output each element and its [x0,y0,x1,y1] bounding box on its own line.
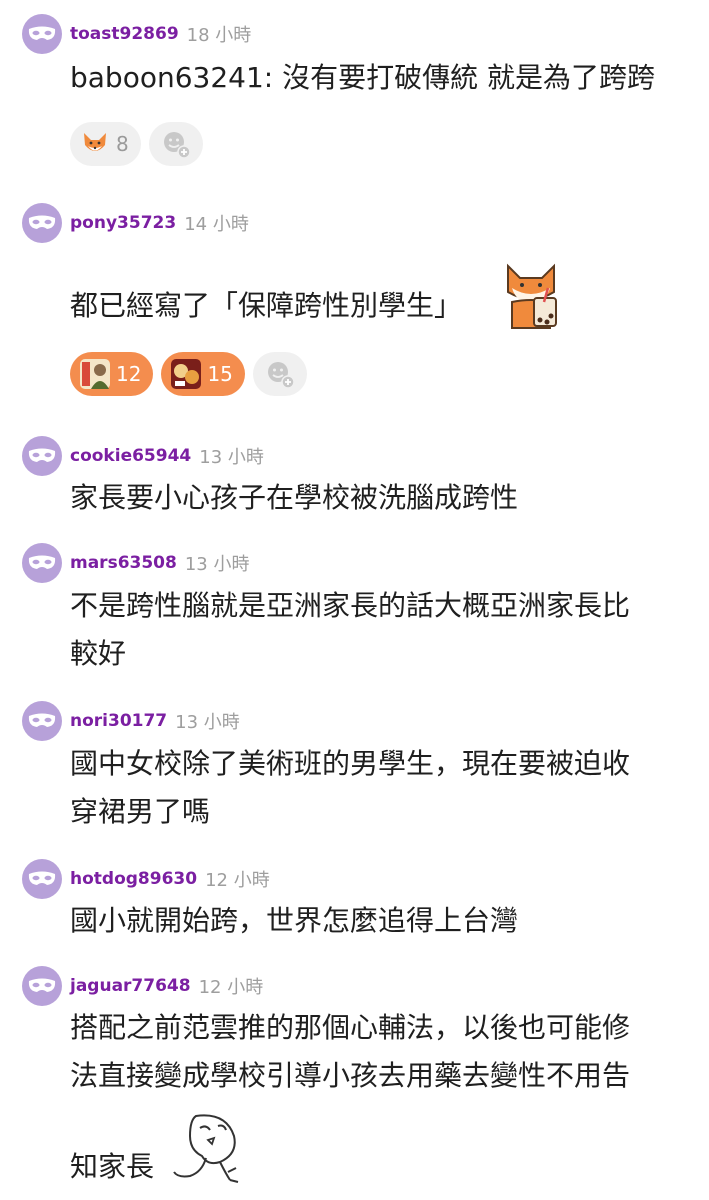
masked-avatar[interactable] [22,701,62,741]
masked-avatar[interactable] [22,436,62,476]
mask-icon [28,713,56,727]
username[interactable]: jaguar77648 [70,976,191,996]
masked-avatar[interactable] [22,203,62,243]
username[interactable]: nori30177 [70,711,167,731]
username[interactable]: hotdog89630 [70,869,197,889]
comment-text: 國小就開始跨，世界怎麼追得上台灣 [70,904,519,937]
reaction-bar: 12 15 [70,352,307,396]
food-sticker-icon [171,359,202,389]
masked-avatar[interactable] [22,859,62,899]
reaction-count: 15 [207,362,233,386]
add-reaction-button[interactable] [252,352,307,396]
comment-text: 家長要小心孩子在學校被洗腦成跨性 [70,481,519,514]
reaction-chip[interactable]: 15 [161,352,245,396]
comment-text: 國中女校除了美術班的男學生，現在要被迫收 穿裙男了嗎 [70,747,631,828]
fox-emoji-icon [84,133,106,151]
username[interactable]: pony35723 [70,213,176,233]
timestamp: 12 小時 [205,870,270,891]
comment-text-last-line: 知家長 [70,1150,155,1183]
add-reaction-button[interactable] [148,122,203,166]
username[interactable]: toast92869 [70,24,179,44]
comment-text: 都已經寫了「保障跨性別學生」 [70,289,463,322]
mask-icon [28,26,56,40]
add-emoji-icon [163,132,191,159]
alien-doodle-sticker [173,1114,239,1183]
timestamp: 13 小時 [199,447,264,468]
add-emoji-icon [267,362,295,389]
reaction-chip[interactable]: 12 [70,352,154,396]
comment-text: baboon63241: 沒有要打破傳統 就是為了跨跨 [70,61,656,94]
comment-text: 不是跨性腦就是亞洲家長的話大概亞洲家長比 較好 [70,589,631,670]
fox-drinking-bubble-tea-sticker [507,263,557,329]
mask-icon [28,448,56,462]
mask-icon [28,555,56,569]
timestamp: 13 小時 [184,554,250,575]
portrait-sticker-icon [80,359,110,389]
masked-avatar[interactable] [22,966,62,1006]
reaction-count: 8 [116,132,129,156]
reaction-count: 12 [116,362,142,386]
reaction-chip[interactable]: 8 [70,122,141,166]
mask-icon [28,215,56,229]
mask-icon [28,978,56,992]
comment-text: 搭配之前范雲推的那個心輔法，以後也可能修 法直接變成學校引導小孩去用藥去變性不用… [70,1011,631,1092]
masked-avatar[interactable] [22,543,62,583]
masked-avatar[interactable] [22,14,62,54]
mask-icon [28,871,56,885]
username[interactable]: mars63508 [70,553,177,573]
timestamp: 13 小時 [175,712,240,733]
timestamp: 18 小時 [186,25,252,46]
timestamp: 14 小時 [184,214,249,235]
reaction-bar: 8 [70,122,203,166]
timestamp: 12 小時 [198,977,264,998]
username[interactable]: cookie65944 [70,446,191,466]
